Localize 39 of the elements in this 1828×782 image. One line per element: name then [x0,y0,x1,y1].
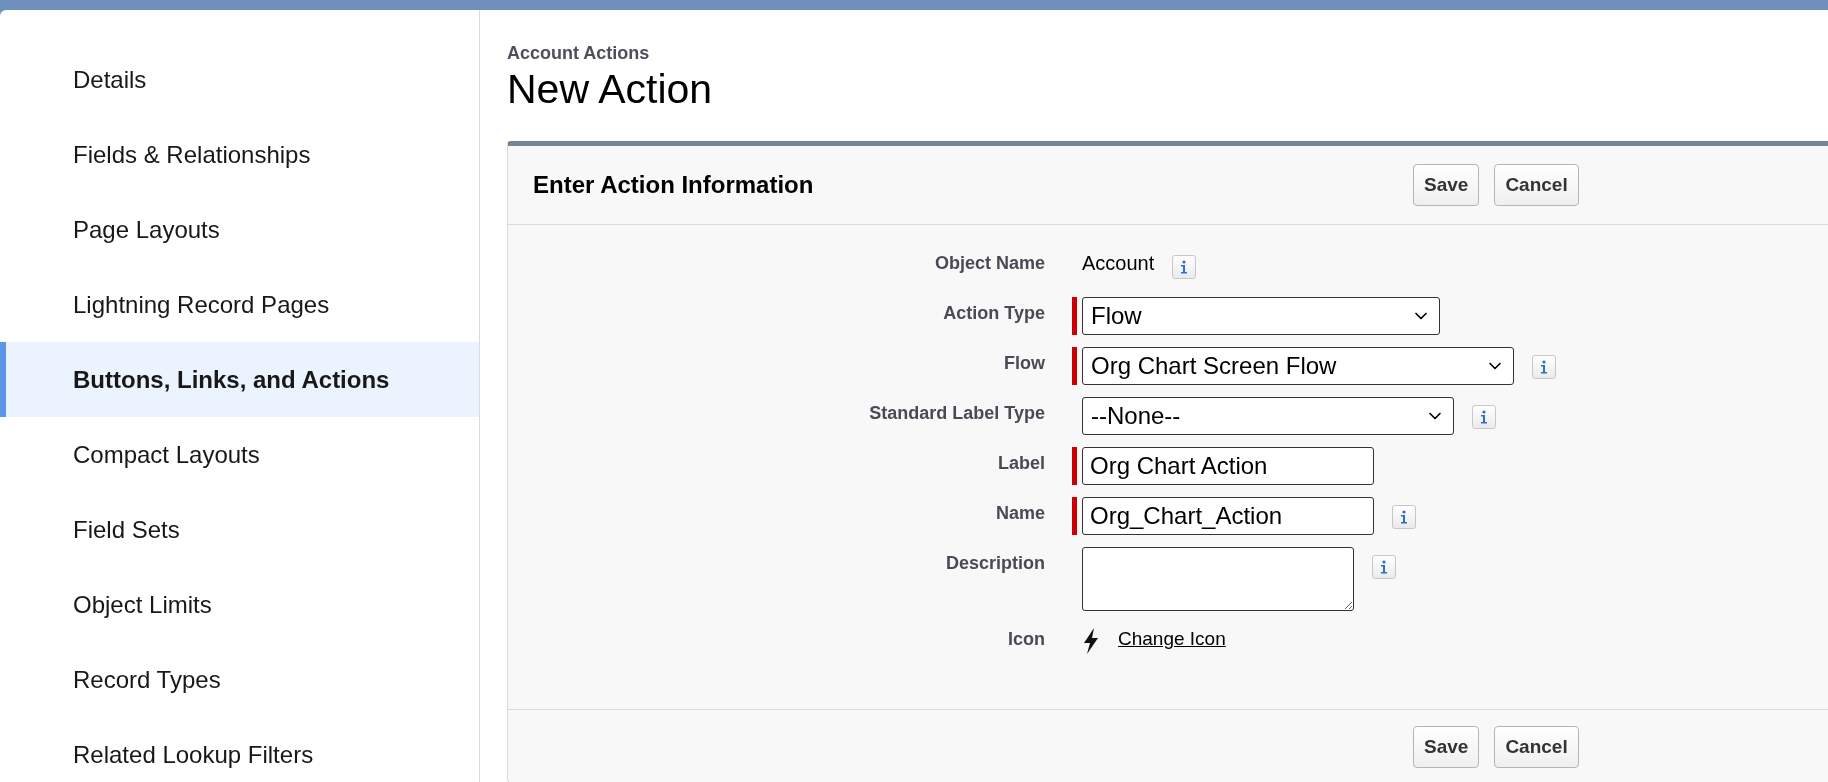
info-icon[interactable] [1472,405,1496,429]
select-field[interactable]: --None-- [1082,397,1454,435]
sidebar-item[interactable]: Compact Layouts [0,417,479,492]
textarea-field[interactable] [1082,547,1354,611]
action-button[interactable]: Save [1413,726,1480,768]
field-label: Description [944,552,1045,575]
info-icon[interactable] [1392,505,1416,529]
action-button[interactable]: Save [1413,164,1480,206]
sidebar-item[interactable]: Buttons, Links, and Actions [0,342,479,417]
field-label: Action Type [942,302,1045,325]
action-button[interactable]: Cancel [1494,726,1579,768]
info-icon[interactable] [1172,255,1197,279]
sidebar-item[interactable]: Details [0,42,479,117]
panel-title: Enter Action Information [533,171,815,199]
sidebar-item[interactable]: Field Sets [0,492,479,567]
field-label: Standard Label Type [868,402,1045,425]
sidebar-item[interactable]: Related Lookup Filters [0,717,479,782]
field-value: Account [1082,251,1155,275]
page-title: New Action [507,66,714,113]
field-label: Icon [1007,628,1045,651]
sidebar-item[interactable]: Fields & Relationships [0,117,479,192]
field-label: Object Name [933,252,1045,275]
lightning-bolt-icon [1082,627,1100,655]
breadcrumb: Account Actions [507,43,651,64]
sidebar-item[interactable]: Lightning Record Pages [0,267,479,342]
field-label: Label [997,452,1045,475]
select-field[interactable]: Org Chart Screen Flow [1082,347,1514,385]
change-icon-link[interactable]: Change Icon [1118,623,1226,650]
input-field[interactable]: Org Chart Action [1082,447,1374,485]
sidebar-item[interactable]: Record Types [0,642,479,717]
select-field[interactable]: Flow [1082,297,1440,335]
info-icon[interactable] [1532,355,1556,379]
action-button[interactable]: Cancel [1494,164,1579,206]
input-field[interactable]: Org_Chart_Action [1082,497,1374,535]
info-icon[interactable] [1372,555,1396,579]
field-label: Name [994,502,1045,525]
field-label: Flow [1003,352,1045,375]
sidebar-item[interactable]: Object Limits [0,567,479,642]
sidebar-item[interactable]: Page Layouts [0,192,479,267]
